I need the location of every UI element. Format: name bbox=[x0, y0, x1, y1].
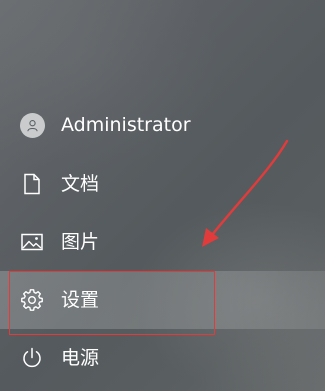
settings-item[interactable]: 设置 bbox=[0, 271, 325, 329]
user-account-label: Administrator bbox=[61, 114, 191, 136]
gear-icon bbox=[18, 286, 46, 314]
document-icon bbox=[18, 170, 46, 198]
documents-label: 文档 bbox=[61, 173, 100, 195]
user-avatar-icon bbox=[18, 111, 46, 139]
power-item[interactable]: 电源 bbox=[0, 329, 325, 387]
power-label: 电源 bbox=[61, 347, 100, 369]
picture-icon bbox=[18, 228, 46, 256]
documents-item[interactable]: 文档 bbox=[0, 155, 325, 213]
pictures-label: 图片 bbox=[61, 231, 100, 253]
user-account-item[interactable]: Administrator bbox=[0, 96, 325, 154]
settings-label: 设置 bbox=[61, 289, 100, 311]
power-icon bbox=[18, 344, 46, 372]
pictures-item[interactable]: 图片 bbox=[0, 213, 325, 271]
